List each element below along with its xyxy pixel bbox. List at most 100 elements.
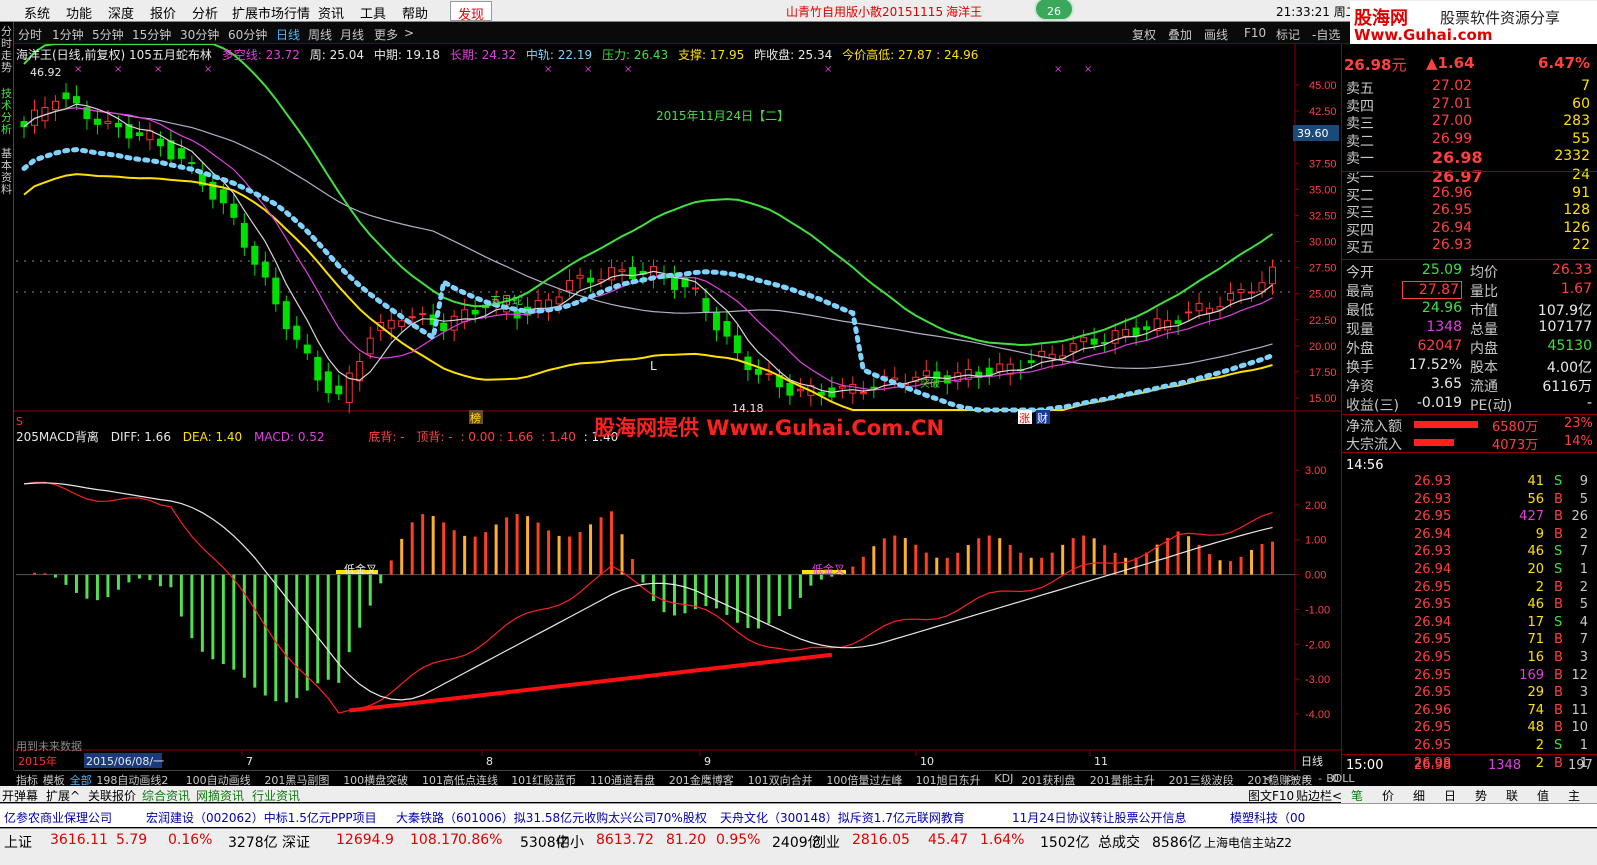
stat-label: 量比 bbox=[1470, 284, 1498, 300]
mark-button[interactable]: 标记 bbox=[1276, 26, 1300, 43]
menu-item-tools[interactable]: 工具 bbox=[360, 3, 386, 22]
news-item[interactable]: 宏润建设（002062）中标1.5亿元PPP项目 bbox=[146, 809, 377, 826]
sidebar-toggle-button[interactable]: 贴边栏< bbox=[1296, 787, 1342, 804]
sell-level-row[interactable]: 卖一 26.98 2332 bbox=[1346, 148, 1594, 167]
buy-level-row[interactable]: 买二 26.96 91 bbox=[1346, 185, 1594, 204]
news-item[interactable]: 天舟文化（300148）拟斥资1.7亿元联网教育 bbox=[720, 809, 965, 826]
sell-level-row[interactable]: 卖四 27.01 60 bbox=[1346, 96, 1594, 115]
indicator-nav-button[interactable]: 0 bbox=[1332, 772, 1339, 785]
right-tab[interactable]: 价 bbox=[1382, 787, 1394, 804]
tab-1min[interactable]: 1分钟 bbox=[52, 26, 84, 43]
tick-price: 26.95 bbox=[1414, 685, 1452, 701]
index-name[interactable]: 上证 bbox=[4, 832, 32, 852]
tab-monthly[interactable]: 月线 bbox=[340, 26, 364, 43]
drawline-button[interactable]: 画线 bbox=[1204, 26, 1228, 43]
tick-side: S bbox=[1554, 474, 1563, 489]
tick-volume: 169 bbox=[1519, 667, 1544, 683]
stat-value: 24.96 bbox=[1421, 300, 1462, 316]
tab-daily[interactable]: 日线 bbox=[276, 26, 300, 43]
news-item[interactable]: 亿参农商业保理公司 bbox=[4, 809, 112, 826]
indicator-nav-button[interactable]: < bbox=[1264, 772, 1273, 785]
right-tab[interactable]: 笔 bbox=[1351, 787, 1363, 804]
stat-label: 外盘 bbox=[1346, 341, 1374, 357]
tab-5min[interactable]: 5分钟 bbox=[92, 26, 124, 43]
tick-price: 26.95 bbox=[1414, 738, 1452, 753]
right-tab[interactable]: 势 bbox=[1475, 787, 1487, 804]
tab-more[interactable]: 更多 bbox=[374, 26, 398, 43]
menu-item-ext-market[interactable]: 扩展市场行情 bbox=[232, 3, 310, 22]
tab-fenshi[interactable]: 分时 bbox=[18, 26, 42, 43]
signal-marker: × bbox=[74, 64, 82, 75]
right-tab[interactable]: 主 bbox=[1568, 787, 1580, 804]
buy-level-row[interactable]: 买四 26.94 126 bbox=[1346, 219, 1594, 239]
indicator-nav-button[interactable]: - bbox=[1318, 772, 1322, 785]
tab-weekly[interactable]: 周线 bbox=[308, 26, 332, 43]
right-tab[interactable]: 联 bbox=[1506, 787, 1518, 804]
menu-item-analysis[interactable]: 分析 bbox=[192, 3, 218, 22]
indicator-nav-button[interactable]: > bbox=[1288, 772, 1297, 785]
server-status[interactable]: 上海电信主站Z2 bbox=[1204, 834, 1292, 851]
level-volume: 24 bbox=[1572, 167, 1590, 183]
vtab-tech[interactable]: 技术分析 bbox=[1, 88, 13, 136]
candle-body bbox=[1090, 338, 1098, 345]
watchlist-button[interactable]: -自选 bbox=[1312, 26, 1340, 43]
candle-body bbox=[366, 337, 374, 355]
sell-level-row[interactable]: 卖五 27.02 7 bbox=[1346, 78, 1594, 97]
tick-row: 26.95 48 B 10 bbox=[1342, 720, 1594, 738]
industry-news-button[interactable]: 行业资讯 bbox=[252, 787, 300, 804]
stat-label: 最低 bbox=[1346, 303, 1374, 319]
overlay-button[interactable]: 叠加 bbox=[1168, 26, 1192, 43]
tick-side: B bbox=[1554, 650, 1563, 665]
web-news-button[interactable]: 网摘资讯 bbox=[196, 787, 244, 804]
menu-item-quote[interactable]: 报价 bbox=[150, 3, 176, 22]
cursor-price-label: 39.60 bbox=[1297, 127, 1329, 140]
danmu-button[interactable]: 开弹幕 bbox=[2, 787, 38, 804]
macd-tick-label: 3.00 bbox=[1305, 465, 1326, 477]
notification-badge[interactable]: 26 bbox=[1034, 0, 1074, 21]
index-name[interactable]: 创业 bbox=[812, 832, 840, 852]
vtab-basic[interactable]: 基本资料 bbox=[1, 148, 13, 196]
level-price: 26.94 bbox=[1432, 219, 1473, 236]
sell-level-row[interactable]: 卖二 26.99 55 bbox=[1346, 131, 1594, 150]
macd-tick-label: -1.00 bbox=[1305, 604, 1330, 616]
main-chart-area[interactable]: 45.0042.5040.0037.5035.0032.5030.0027.50… bbox=[14, 44, 1341, 770]
stat-label: 净资 bbox=[1346, 379, 1374, 395]
tab-60min[interactable]: 60分钟 bbox=[228, 26, 267, 43]
candle-body bbox=[691, 287, 699, 290]
chevron-right-icon[interactable]: > bbox=[404, 26, 414, 40]
right-tab[interactable]: 日 bbox=[1444, 787, 1456, 804]
news-item[interactable]: 11月24日协议转让股票公开信息 bbox=[1012, 809, 1187, 826]
indicator-tab[interactable]: KDJ bbox=[994, 772, 1013, 785]
general-news-button[interactable]: 综合资讯 bbox=[142, 787, 190, 804]
menu-item-help[interactable]: 帮助 bbox=[402, 3, 428, 22]
fuquan-button[interactable]: 复权 bbox=[1132, 26, 1156, 43]
level-volume: 2332 bbox=[1554, 148, 1590, 165]
news-item[interactable]: 大秦铁路（601006）拟31.58亿元收购太兴公司70%股权 bbox=[396, 809, 707, 826]
menu-item-news[interactable]: 资讯 bbox=[318, 3, 344, 22]
right-tab[interactable]: 细 bbox=[1413, 787, 1425, 804]
buy-level-row[interactable]: 买三 26.95 128 bbox=[1346, 202, 1594, 221]
buy-level-row[interactable]: 买五 26.93 22 bbox=[1346, 237, 1594, 256]
index-name[interactable]: 中小 bbox=[556, 832, 584, 852]
vtab-fenshi[interactable]: 分时走势 bbox=[1, 26, 13, 74]
f10-graphic-button[interactable]: 图文F10 bbox=[1248, 787, 1294, 804]
discover-button[interactable]: 发现 bbox=[450, 1, 492, 23]
menu-item-depth[interactable]: 深度 bbox=[108, 3, 134, 22]
candle-body bbox=[419, 313, 427, 316]
news-item[interactable]: 模塑科技（00 bbox=[1230, 809, 1305, 826]
tab-15min[interactable]: 15分钟 bbox=[132, 26, 171, 43]
indicator-tab[interactable]: BOLL bbox=[1326, 772, 1354, 785]
tab-30min[interactable]: 30分钟 bbox=[180, 26, 219, 43]
related-quote-button[interactable]: 关联报价 bbox=[88, 787, 136, 804]
f10-button[interactable]: F10 bbox=[1244, 26, 1266, 40]
index-name[interactable]: 深证 bbox=[282, 832, 310, 852]
menu-item-system[interactable]: 系统 bbox=[24, 3, 50, 22]
tick-row: 26.95 169 B 12 bbox=[1342, 668, 1594, 686]
menu-item-function[interactable]: 功能 bbox=[66, 3, 92, 22]
indicator-nav-button[interactable]: + bbox=[1302, 772, 1311, 785]
stock-name-title: 海洋王 bbox=[946, 5, 983, 19]
expand-button[interactable]: 扩展^ bbox=[46, 787, 80, 804]
sell-level-row[interactable]: 卖三 27.00 283 bbox=[1346, 113, 1594, 132]
right-tab[interactable]: 值 bbox=[1537, 787, 1549, 804]
buy-level-row[interactable]: 买一 26.97 24 bbox=[1346, 167, 1594, 186]
